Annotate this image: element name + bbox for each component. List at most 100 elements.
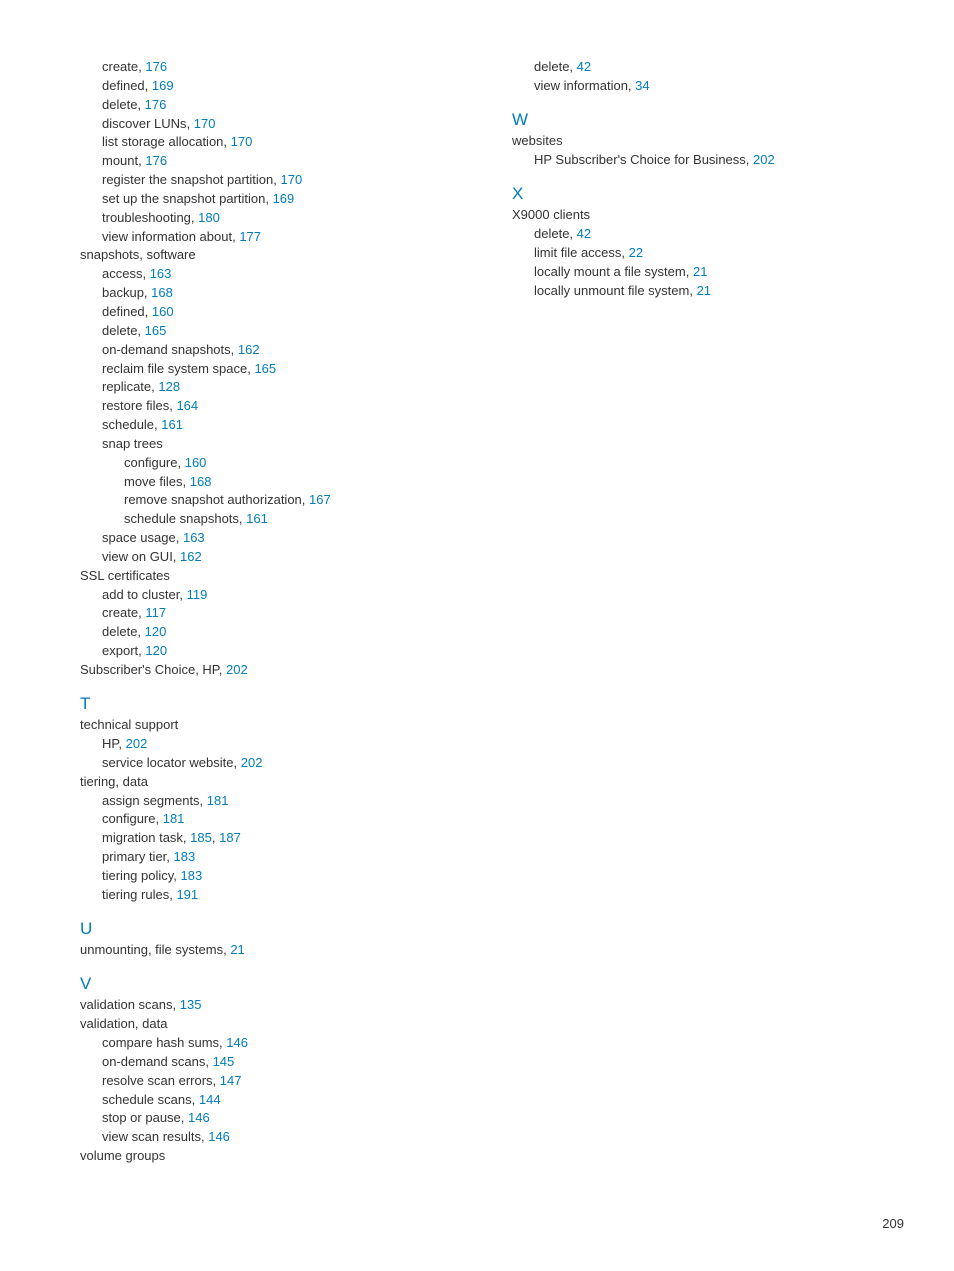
page-ref[interactable]: 181 <box>163 811 185 826</box>
index-entry: Subscriber's Choice, HP, 202 <box>80 661 472 680</box>
entry-label: HP Subscriber's Choice for Business, <box>534 152 749 167</box>
page-ref[interactable]: 163 <box>183 530 205 545</box>
entry-label: delete, <box>534 59 573 74</box>
index-entry: list storage allocation, 170 <box>80 133 472 152</box>
entry-label: create, <box>102 59 142 74</box>
page-ref[interactable]: 170 <box>231 134 253 149</box>
index-entry: delete, 165 <box>80 322 472 341</box>
page-ref[interactable]: 167 <box>309 492 331 507</box>
page-ref[interactable]: 161 <box>161 417 183 432</box>
page-ref[interactable]: 119 <box>187 587 208 602</box>
page-ref[interactable]: 160 <box>185 455 207 470</box>
index-entry: migration task, 185, 187 <box>80 829 472 848</box>
page-ref[interactable]: 169 <box>273 191 295 206</box>
page-ref[interactable]: 177 <box>239 229 261 244</box>
page-ref[interactable]: 183 <box>174 849 196 864</box>
entry-label: SSL certificates <box>80 568 170 583</box>
page-ref[interactable]: 169 <box>152 78 174 93</box>
entry-label: configure, <box>124 455 181 470</box>
entry-label: configure, <box>102 811 159 826</box>
page-ref[interactable]: 181 <box>207 793 229 808</box>
index-entry: schedule, 161 <box>80 416 472 435</box>
page-ref[interactable]: 170 <box>194 116 216 131</box>
entry-label: assign segments, <box>102 793 203 808</box>
page-ref[interactable]: 21 <box>697 283 711 298</box>
page-ref[interactable]: 163 <box>150 266 172 281</box>
page-ref[interactable]: 165 <box>254 361 276 376</box>
index-entry: add to cluster, 119 <box>80 586 472 605</box>
page-ref[interactable]: 183 <box>181 868 203 883</box>
page-ref[interactable]: 176 <box>145 97 167 112</box>
index-entry: troubleshooting, 180 <box>80 209 472 228</box>
index-entry: compare hash sums, 146 <box>80 1034 472 1053</box>
index-entry: delete, 42 <box>512 225 904 244</box>
page-ref[interactable]: 191 <box>176 887 198 902</box>
index-entry: move files, 168 <box>80 473 472 492</box>
page-ref[interactable]: 146 <box>226 1035 248 1050</box>
index-entry: configure, 160 <box>80 454 472 473</box>
page-ref[interactable]: 202 <box>226 662 248 677</box>
page-ref[interactable]: 120 <box>145 624 167 639</box>
page-ref[interactable]: 135 <box>180 997 202 1012</box>
page-ref[interactable]: 180 <box>198 210 220 225</box>
page-ref[interactable]: 42 <box>577 226 591 241</box>
entry-label: snap trees <box>102 436 163 451</box>
page-ref[interactable]: 22 <box>629 245 643 260</box>
index-entry: tiering, data <box>80 773 472 792</box>
page-ref[interactable]: 161 <box>246 511 268 526</box>
page-ref[interactable]: 146 <box>188 1110 210 1125</box>
page-ref[interactable]: 176 <box>145 59 167 74</box>
index-entry: defined, 160 <box>80 303 472 322</box>
index-entry: create, 117 <box>80 604 472 623</box>
page-ref[interactable]: 162 <box>238 342 260 357</box>
index-entry: restore files, 164 <box>80 397 472 416</box>
page-ref[interactable]: 128 <box>158 379 180 394</box>
page-ref[interactable]: 165 <box>145 323 167 338</box>
page-ref[interactable]: 164 <box>176 398 198 413</box>
page-ref[interactable]: 187 <box>219 830 241 845</box>
index-entry: view information about, 177 <box>80 228 472 247</box>
page-ref[interactable]: 145 <box>213 1054 235 1069</box>
page-ref[interactable]: 120 <box>145 643 167 658</box>
page-ref[interactable]: 170 <box>281 172 303 187</box>
page-ref[interactable]: 202 <box>241 755 263 770</box>
page-ref[interactable]: 147 <box>220 1073 242 1088</box>
entry-label: compare hash sums, <box>102 1035 223 1050</box>
page-ref[interactable]: 146 <box>208 1129 230 1144</box>
entry-label: HP, <box>102 736 122 751</box>
entry-label: delete, <box>534 226 573 241</box>
index-entry: resolve scan errors, 147 <box>80 1072 472 1091</box>
entry-label: troubleshooting, <box>102 210 195 225</box>
index-entry: delete, 176 <box>80 96 472 115</box>
page-ref[interactable]: 168 <box>190 474 212 489</box>
entry-label: remove snapshot authorization, <box>124 492 305 507</box>
index-entry: snap trees <box>80 435 472 454</box>
page-ref[interactable]: 162 <box>180 549 202 564</box>
section-letter: X <box>512 184 904 204</box>
entry-label: view on GUI, <box>102 549 176 564</box>
entry-label: export, <box>102 643 142 658</box>
entry-label: technical support <box>80 717 178 732</box>
page-ref[interactable]: 202 <box>753 152 775 167</box>
page-ref[interactable]: 144 <box>199 1092 221 1107</box>
page-ref[interactable]: 176 <box>145 153 167 168</box>
index-entry: on-demand scans, 145 <box>80 1053 472 1072</box>
entry-label: add to cluster, <box>102 587 183 602</box>
entry-label: volume groups <box>80 1148 165 1163</box>
page-ref[interactable]: 34 <box>635 78 649 93</box>
page-ref[interactable]: 185 <box>190 830 212 845</box>
page-ref[interactable]: 168 <box>151 285 173 300</box>
page-ref[interactable]: 117 <box>145 605 166 620</box>
page-ref[interactable]: 21 <box>230 942 244 957</box>
index-entry: space usage, 163 <box>80 529 472 548</box>
index-entry: tiering rules, 191 <box>80 886 472 905</box>
entry-label: service locator website, <box>102 755 237 770</box>
index-entry: configure, 181 <box>80 810 472 829</box>
page-ref[interactable]: 202 <box>126 736 148 751</box>
page-ref[interactable]: 42 <box>577 59 591 74</box>
entry-label: move files, <box>124 474 186 489</box>
entry-label: locally unmount file system, <box>534 283 693 298</box>
entry-label: validation, data <box>80 1016 167 1031</box>
page-ref[interactable]: 160 <box>152 304 174 319</box>
page-ref[interactable]: 21 <box>693 264 707 279</box>
